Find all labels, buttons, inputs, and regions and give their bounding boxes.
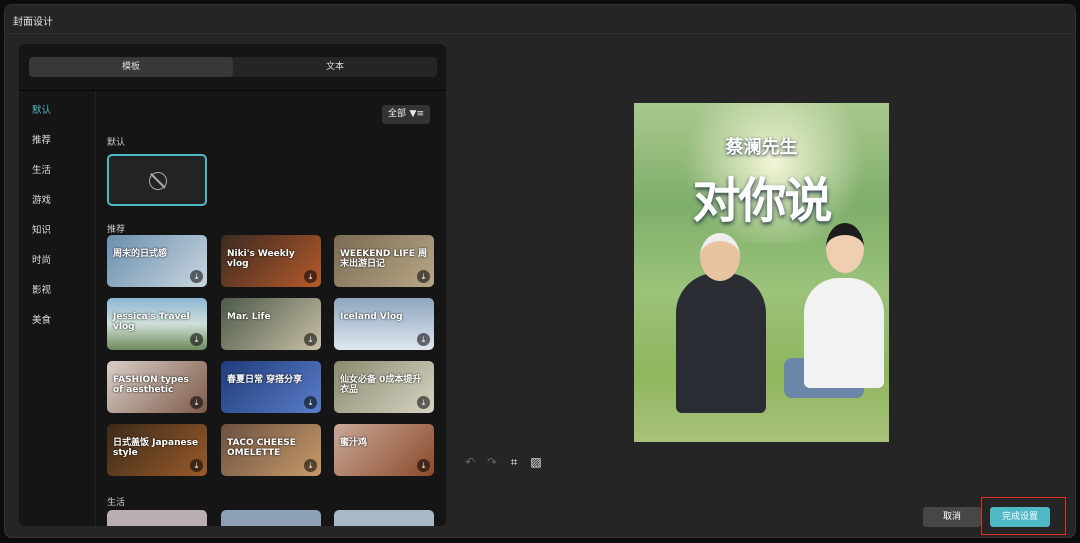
highlight-box bbox=[981, 497, 1066, 535]
download-icon[interactable]: ⤓ bbox=[304, 459, 317, 472]
template-title: 蜜汁鸡 bbox=[340, 438, 368, 448]
download-icon[interactable]: ⤓ bbox=[190, 396, 203, 409]
template-title: 日式盖饭 Japanese style bbox=[113, 438, 199, 458]
tab-template[interactable]: 模板 bbox=[29, 57, 233, 77]
download-icon[interactable]: ⤓ bbox=[190, 333, 203, 346]
category-food[interactable]: 美食 bbox=[32, 312, 51, 326]
template-title: Jessica's Travel vlog bbox=[113, 312, 190, 332]
template-thumb[interactable] bbox=[221, 510, 321, 526]
title-divider bbox=[5, 33, 1075, 34]
download-icon[interactable]: ⤓ bbox=[304, 396, 317, 409]
cover-title[interactable]: 对你说 bbox=[634, 161, 889, 231]
template-thumb[interactable]: TACO CHEESE OMELETTE ⤓ bbox=[221, 424, 321, 476]
replace-image-icon[interactable]: ▨ bbox=[529, 455, 543, 470]
panel-tabs: 模板 文本 bbox=[29, 57, 437, 77]
download-icon[interactable]: ⤓ bbox=[190, 270, 203, 283]
category-life[interactable]: 生活 bbox=[32, 162, 51, 176]
template-title: FASHION types of aesthetic bbox=[113, 375, 189, 395]
download-icon[interactable]: ⤓ bbox=[417, 459, 430, 472]
template-title: 春夏日常 穿搭分享 bbox=[227, 375, 303, 385]
download-icon[interactable]: ⤓ bbox=[190, 459, 203, 472]
template-thumb[interactable]: 仙女必备 0成本提升衣品 ⤓ bbox=[334, 361, 434, 413]
section-default-label: 默认 bbox=[107, 138, 126, 148]
template-title: Iceland Vlog bbox=[340, 312, 403, 322]
filter-button[interactable]: 全部 ▼≡ bbox=[382, 105, 430, 124]
template-content: 全部 ▼≡ 默认 推荐 周末的日式感 ⤓ Niki's Weekly vlog ⤓ WEE… bbox=[97, 91, 446, 526]
cover-preview[interactable]: 蔡澜先生 对你说 bbox=[634, 103, 889, 442]
download-icon[interactable]: ⤓ bbox=[417, 333, 430, 346]
template-thumb[interactable]: WEEKEND LIFE 周末出游日记 ⤓ bbox=[334, 235, 434, 287]
template-title: TACO CHEESE OMELETTE bbox=[227, 438, 296, 458]
tab-text[interactable]: 文本 bbox=[233, 57, 437, 77]
download-icon[interactable]: ⤓ bbox=[304, 333, 317, 346]
preview-toolbar: ↶ ↷ ⌗ ▨ bbox=[463, 455, 543, 470]
none-icon bbox=[149, 172, 167, 190]
dialog-title: 封面设计 bbox=[13, 17, 53, 28]
template-title: Mar. Life bbox=[227, 312, 271, 322]
template-thumb[interactable] bbox=[334, 510, 434, 526]
no-template-tile[interactable] bbox=[107, 154, 207, 206]
category-games[interactable]: 游戏 bbox=[32, 192, 51, 206]
download-icon[interactable]: ⤓ bbox=[417, 270, 430, 283]
template-thumb[interactable]: FASHION types of aesthetic ⤓ bbox=[107, 361, 207, 413]
download-icon[interactable]: ⤓ bbox=[304, 270, 317, 283]
cover-subtitle[interactable]: 蔡澜先生 bbox=[634, 133, 889, 159]
filter-icon: ▼≡ bbox=[409, 109, 424, 119]
template-thumb[interactable]: 春夏日常 穿搭分享 ⤓ bbox=[221, 361, 321, 413]
template-thumb[interactable]: Iceland Vlog ⤓ bbox=[334, 298, 434, 350]
preview-figure-old-man bbox=[676, 273, 766, 413]
template-thumb[interactable]: Niki's Weekly vlog ⤓ bbox=[221, 235, 321, 287]
crop-icon[interactable]: ⌗ bbox=[507, 455, 521, 470]
category-film[interactable]: 影视 bbox=[32, 282, 51, 296]
redo-icon[interactable]: ↷ bbox=[485, 455, 499, 470]
section-life-label: 生活 bbox=[107, 498, 126, 508]
download-icon[interactable]: ⤓ bbox=[417, 396, 430, 409]
section-recommended-label: 推荐 bbox=[107, 225, 126, 235]
template-thumb[interactable] bbox=[107, 510, 207, 526]
preview-figure-young-man bbox=[804, 278, 884, 388]
cover-design-dialog: 封面设计 模板 文本 默认 推荐 生活 游戏 知识 时尚 影视 美食 全部 ▼≡ … bbox=[4, 4, 1076, 538]
template-thumb[interactable]: 周末的日式感 ⤓ bbox=[107, 235, 207, 287]
category-knowledge[interactable]: 知识 bbox=[32, 222, 51, 236]
template-title: WEEKEND LIFE 周末出游日记 bbox=[340, 249, 427, 269]
cancel-button[interactable]: 取消 bbox=[923, 507, 981, 527]
category-recommended[interactable]: 推荐 bbox=[32, 132, 51, 146]
template-title: 仙女必备 0成本提升衣品 bbox=[340, 375, 422, 395]
template-thumb[interactable]: 日式盖饭 Japanese style ⤓ bbox=[107, 424, 207, 476]
category-default[interactable]: 默认 bbox=[32, 102, 51, 116]
template-thumb[interactable]: 蜜汁鸡 ⤓ bbox=[334, 424, 434, 476]
category-fashion[interactable]: 时尚 bbox=[32, 252, 51, 266]
undo-icon[interactable]: ↶ bbox=[463, 455, 477, 470]
preview-figure-old-man-head bbox=[700, 233, 740, 281]
category-sidebar: 默认 推荐 生活 游戏 知识 时尚 影视 美食 bbox=[19, 91, 96, 526]
template-title: 周末的日式感 bbox=[113, 249, 168, 259]
template-title: Niki's Weekly vlog bbox=[227, 249, 295, 269]
filter-label: 全部 bbox=[388, 109, 407, 119]
template-thumb[interactable]: Mar. Life ⤓ bbox=[221, 298, 321, 350]
template-panel: 模板 文本 默认 推荐 生活 游戏 知识 时尚 影视 美食 全部 ▼≡ 默认 推荐… bbox=[19, 44, 446, 526]
template-thumb[interactable]: Jessica's Travel vlog ⤓ bbox=[107, 298, 207, 350]
